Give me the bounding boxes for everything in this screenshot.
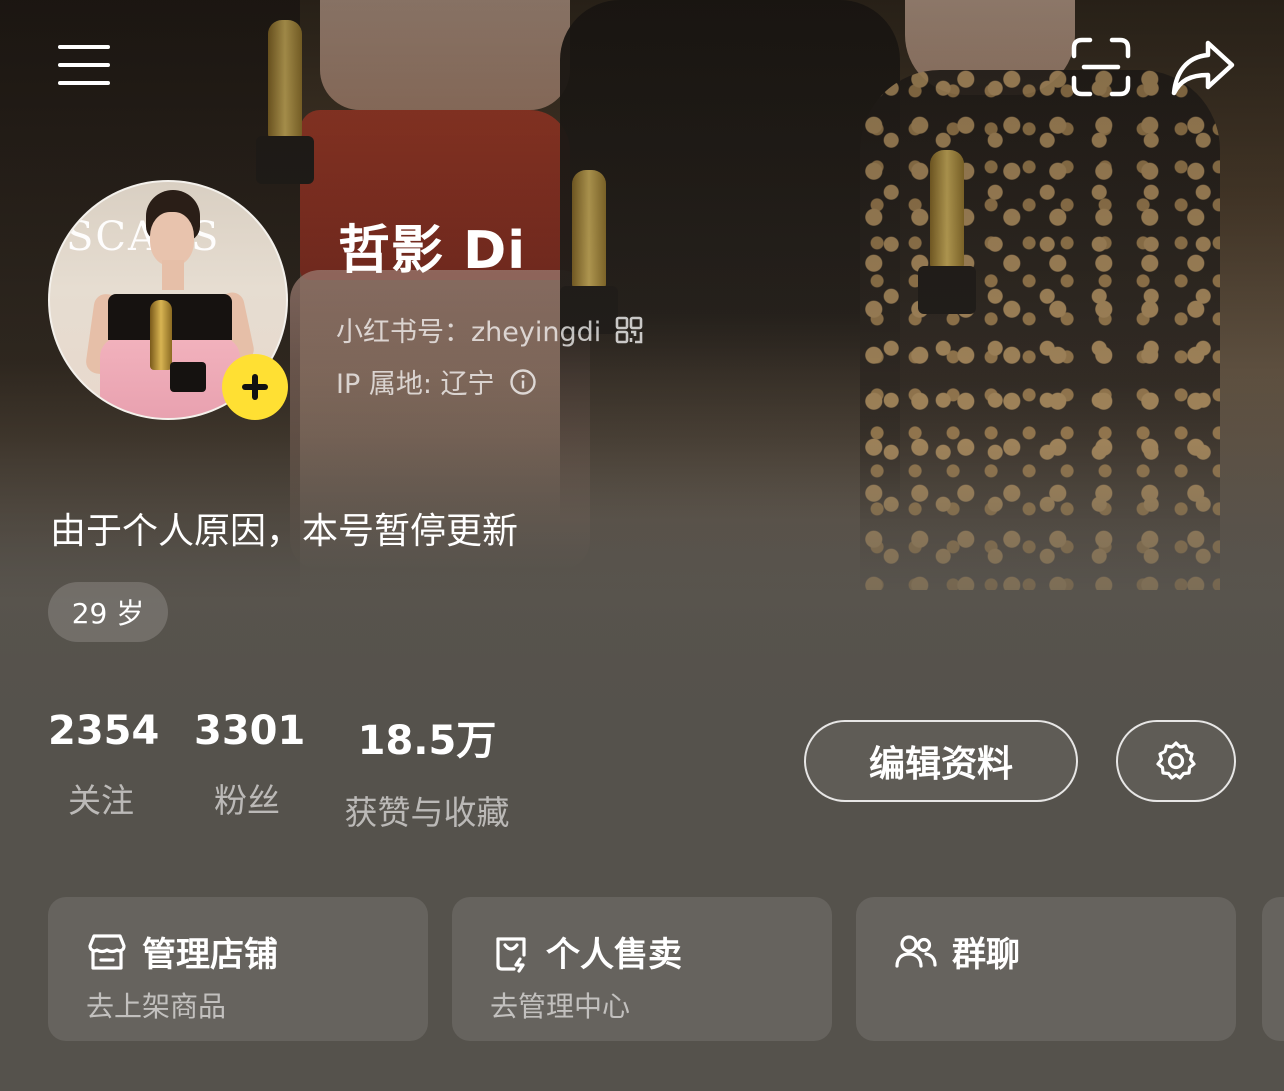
- card-personal-sale-subtitle: 去管理中心: [490, 990, 631, 1023]
- card-group-chat[interactable]: 群聊: [856, 897, 1236, 1041]
- profile-id-value: zheyingdi: [471, 317, 602, 348]
- stat-followers-label: 粉丝: [214, 781, 280, 820]
- card-personal-sale[interactable]: 个人售卖 去管理中心: [452, 897, 832, 1041]
- profile-ip-label: IP 属地:: [336, 369, 441, 400]
- card-personal-sale-title: 个人售卖: [546, 935, 682, 975]
- info-icon[interactable]: [509, 368, 537, 396]
- profile-id-label: 小红书号：: [336, 317, 471, 348]
- stat-likes-label: 获赞与收藏: [344, 793, 510, 832]
- stat-likes-value: 18.5万: [357, 718, 497, 764]
- group-icon: [895, 934, 937, 968]
- add-avatar-button[interactable]: [222, 354, 288, 420]
- profile-bio: 由于个人原因，本号暂停更新: [50, 511, 519, 552]
- gear-icon: [1156, 741, 1196, 780]
- store-icon: [88, 933, 126, 970]
- card-manage-store-title: 管理店铺: [142, 935, 278, 975]
- card-group-chat-title: 群聊: [952, 935, 1020, 975]
- stat-followers-value: 3301: [194, 708, 306, 754]
- stat-following[interactable]: 2354 关注: [48, 708, 160, 822]
- card-manage-store-subtitle: 去上架商品: [86, 990, 227, 1023]
- stat-likes-collections[interactable]: 18.5万 获赞与收藏: [338, 708, 516, 834]
- card-manage-store[interactable]: 管理店铺 去上架商品: [48, 897, 428, 1041]
- shopping-bag-icon: [496, 936, 526, 973]
- card-next-peek[interactable]: [1262, 897, 1284, 1041]
- edit-profile-button[interactable]: 编辑资料: [804, 720, 1078, 802]
- share-icon[interactable]: [1168, 34, 1238, 100]
- settings-button[interactable]: [1116, 720, 1236, 802]
- stat-following-value: 2354: [48, 708, 160, 754]
- profile-ip-value: 辽宁: [440, 369, 495, 400]
- stat-followers[interactable]: 3301 粉丝: [194, 708, 306, 822]
- profile-ip-row: IP 属地: 辽宁: [336, 362, 537, 401]
- scan-icon[interactable]: [1068, 34, 1134, 100]
- qr-code-icon[interactable]: [615, 316, 643, 344]
- profile-id-row[interactable]: 小红书号：zheyingdi: [336, 310, 643, 349]
- stat-following-label: 关注: [68, 781, 134, 820]
- profile-username: 哲影 Di: [338, 221, 527, 281]
- menu-icon[interactable]: [56, 40, 112, 90]
- age-tag: 29 岁: [48, 582, 168, 642]
- plus-icon: [242, 374, 268, 400]
